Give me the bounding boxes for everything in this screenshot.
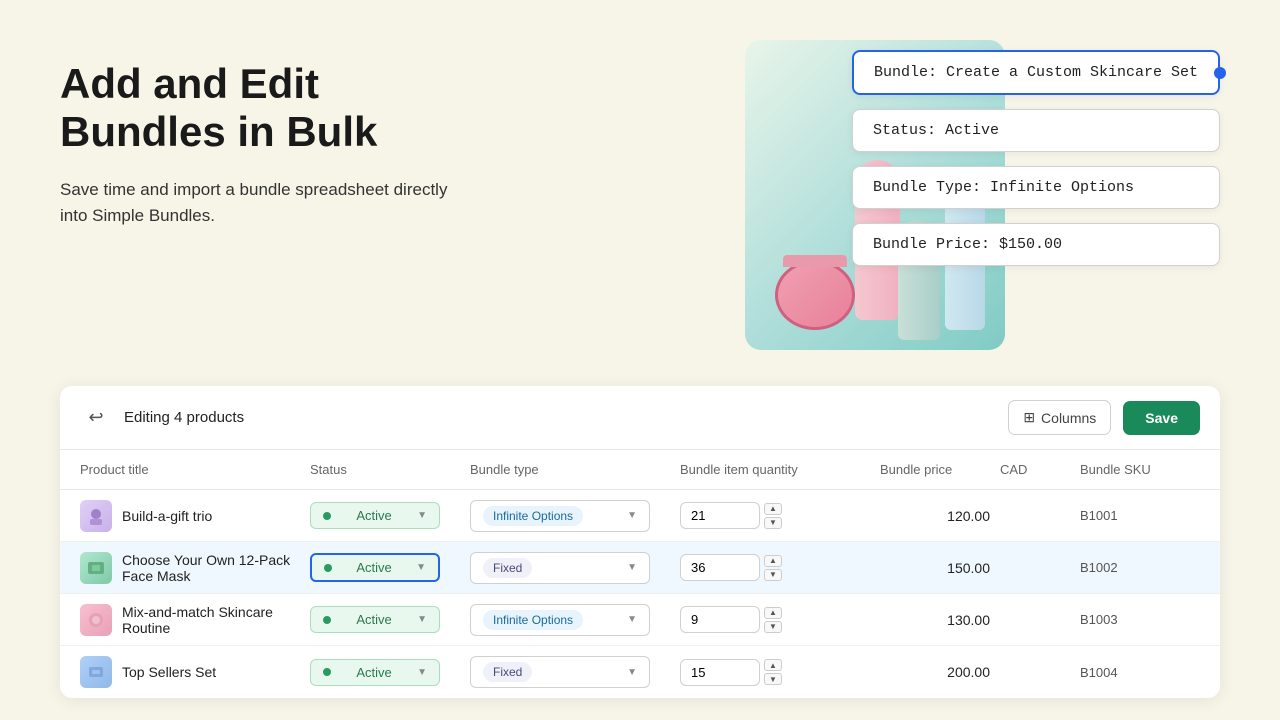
bundle-type-chevron-2: ▼: [627, 562, 637, 573]
bundle-type-cell-3: Infinite Options ▼: [470, 604, 680, 636]
qty-down-4[interactable]: ▼: [764, 673, 782, 685]
status-chevron-4: ▼: [417, 667, 427, 678]
qty-down-2[interactable]: ▼: [764, 569, 782, 581]
qty-down-3[interactable]: ▼: [764, 621, 782, 633]
columns-button[interactable]: ⊞ Columns: [1008, 400, 1111, 435]
product-cell-3: Mix-and-match Skincare Routine: [80, 604, 310, 636]
hero-subtitle: Save time and import a bundle spreadshee…: [60, 177, 450, 230]
status-info-card: Status: Active: [852, 109, 1220, 152]
bundle-type-select-1[interactable]: Infinite Options ▼: [470, 500, 650, 532]
sku-cell-2: B1002: [1080, 560, 1200, 575]
col-header-status: Status: [310, 458, 470, 481]
bundle-type-cell-2: Fixed ▼: [470, 552, 680, 584]
product-name-1: Build-a-gift trio: [122, 508, 212, 524]
product-thumb-3: [80, 604, 112, 636]
qty-up-2[interactable]: ▲: [764, 555, 782, 567]
bundle-type-select-3[interactable]: Infinite Options ▼: [470, 604, 650, 636]
table-body: Build-a-gift trio Active ▼ Infinite Opti…: [60, 490, 1220, 698]
cream-jar-decoration: [775, 260, 855, 330]
col-header-bundle-type: Bundle type: [470, 458, 680, 481]
col-header-bundle-price: Bundle price: [880, 458, 1000, 481]
status-select-2[interactable]: Active ▼: [310, 553, 440, 582]
qty-spinners-3: ▲ ▼: [764, 607, 782, 633]
bundle-type-cell-4: Fixed ▼: [470, 656, 680, 688]
product-name-2: Choose Your Own 12-Pack Face Mask: [122, 552, 310, 584]
col-header-sku: Bundle SKU: [1080, 458, 1200, 481]
status-select-4[interactable]: Active ▼: [310, 659, 440, 686]
product-cell-4: Top Sellers Set: [80, 656, 310, 688]
bundle-name-card: Bundle: Create a Custom Skincare Set: [852, 50, 1220, 95]
qty-cell-4: ▲ ▼: [680, 659, 880, 686]
product-thumb-1: [80, 500, 112, 532]
qty-cell-1: ▲ ▼: [680, 502, 880, 529]
status-chevron-2: ▼: [416, 562, 426, 573]
status-dot-3: [323, 616, 331, 624]
product-cell-1: Build-a-gift trio: [80, 500, 310, 532]
qty-spinners-4: ▲ ▼: [764, 659, 782, 685]
status-cell-4: Active ▼: [310, 659, 470, 686]
qty-spinners-2: ▲ ▼: [764, 555, 782, 581]
sku-cell-4: B1004: [1080, 665, 1200, 680]
bulk-edit-table: ↩ Editing 4 products ⊞ Columns Save Prod…: [60, 386, 1220, 698]
table-row: Choose Your Own 12-Pack Face Mask Active…: [60, 542, 1220, 594]
product-thumb-2: [80, 552, 112, 584]
qty-up-3[interactable]: ▲: [764, 607, 782, 619]
col-header-bundle-qty: Bundle item quantity: [680, 458, 880, 481]
qty-input-2[interactable]: [680, 554, 760, 581]
qty-down-1[interactable]: ▼: [764, 517, 782, 529]
qty-input-3[interactable]: [680, 606, 760, 633]
qty-input-4[interactable]: [680, 659, 760, 686]
sku-cell-3: B1003: [1080, 612, 1200, 627]
bundle-type-info-card: Bundle Type: Infinite Options: [852, 166, 1220, 209]
table-row: Build-a-gift trio Active ▼ Infinite Opti…: [60, 490, 1220, 542]
qty-input-1[interactable]: [680, 502, 760, 529]
status-chevron-1: ▼: [417, 510, 427, 521]
qty-up-1[interactable]: ▲: [764, 503, 782, 515]
save-button[interactable]: Save: [1123, 401, 1200, 435]
main-title: Add and Edit Bundles in Bulk: [60, 60, 490, 157]
price-cell-4: 200.00: [880, 664, 1000, 680]
hero-text: Add and Edit Bundles in Bulk Save time a…: [60, 40, 490, 350]
bundle-type-chevron-1: ▼: [627, 510, 637, 521]
status-chevron-3: ▼: [417, 614, 427, 625]
col-header-currency: CAD: [1000, 458, 1080, 481]
hero-visual: Bundle: Create a Custom Skincare Set Sta…: [530, 40, 1220, 350]
table-header: Product title Status Bundle type Bundle …: [60, 450, 1220, 490]
qty-cell-2: ▲ ▼: [680, 554, 880, 581]
price-cell-3: 130.00: [880, 612, 1000, 628]
status-dot-2: [324, 564, 332, 572]
bundle-type-select-2[interactable]: Fixed ▼: [470, 552, 650, 584]
bundle-type-chevron-4: ▼: [627, 667, 637, 678]
qty-cell-3: ▲ ▼: [680, 606, 880, 633]
table-toolbar: ↩ Editing 4 products ⊞ Columns Save: [60, 386, 1220, 450]
product-thumb-4: [80, 656, 112, 688]
qty-spinners-1: ▲ ▼: [764, 503, 782, 529]
price-cell-2: 150.00: [880, 560, 1000, 576]
status-select-3[interactable]: Active ▼: [310, 606, 440, 633]
sku-cell-1: B1001: [1080, 508, 1200, 523]
info-cards-container: Bundle: Create a Custom Skincare Set Sta…: [852, 40, 1220, 266]
status-dot-4: [323, 668, 331, 676]
editing-label: Editing 4 products: [124, 409, 996, 426]
bundle-type-chevron-3: ▼: [627, 614, 637, 625]
status-select-1[interactable]: Active ▼: [310, 502, 440, 529]
back-button[interactable]: ↩: [80, 402, 112, 434]
status-cell-3: Active ▼: [310, 606, 470, 633]
product-cell-2: Choose Your Own 12-Pack Face Mask: [80, 552, 310, 584]
bundle-type-select-4[interactable]: Fixed ▼: [470, 656, 650, 688]
bundle-price-info-card: Bundle Price: $150.00: [852, 223, 1220, 266]
qty-up-4[interactable]: ▲: [764, 659, 782, 671]
bundle-type-cell-1: Infinite Options ▼: [470, 500, 680, 532]
col-header-product-title: Product title: [80, 458, 310, 481]
status-cell-1: Active ▼: [310, 502, 470, 529]
status-cell-2: Active ▼: [310, 553, 470, 582]
status-dot-1: [323, 512, 331, 520]
columns-icon: ⊞: [1023, 409, 1035, 426]
product-name-3: Mix-and-match Skincare Routine: [122, 604, 310, 636]
price-cell-1: 120.00: [880, 508, 1000, 524]
product-name-4: Top Sellers Set: [122, 664, 216, 680]
table-row: Mix-and-match Skincare Routine Active ▼ …: [60, 594, 1220, 646]
table-row: Top Sellers Set Active ▼ Fixed ▼: [60, 646, 1220, 698]
